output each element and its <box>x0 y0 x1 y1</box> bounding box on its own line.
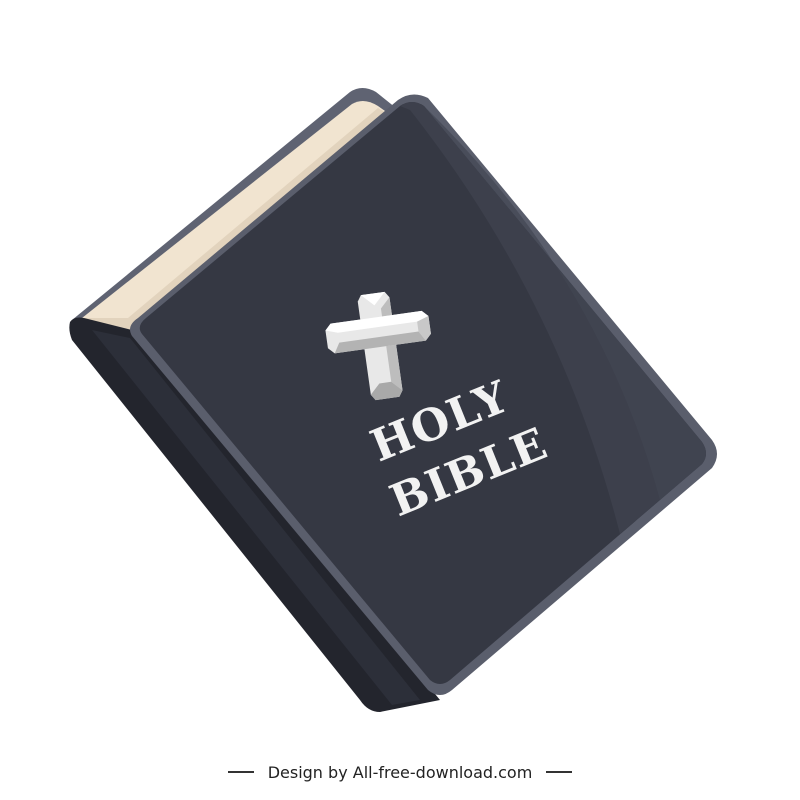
holy-bible-book: HOLY BIBLE <box>69 88 717 712</box>
credit-text: Design by All-free-download.com <box>267 762 533 782</box>
book-illustration: HOLY BIBLE Design by All-free-download.c… <box>0 0 800 800</box>
footer-credit: Design by All-free-download.com <box>0 752 800 792</box>
right-dash <box>546 771 573 773</box>
left-dash <box>227 771 254 773</box>
